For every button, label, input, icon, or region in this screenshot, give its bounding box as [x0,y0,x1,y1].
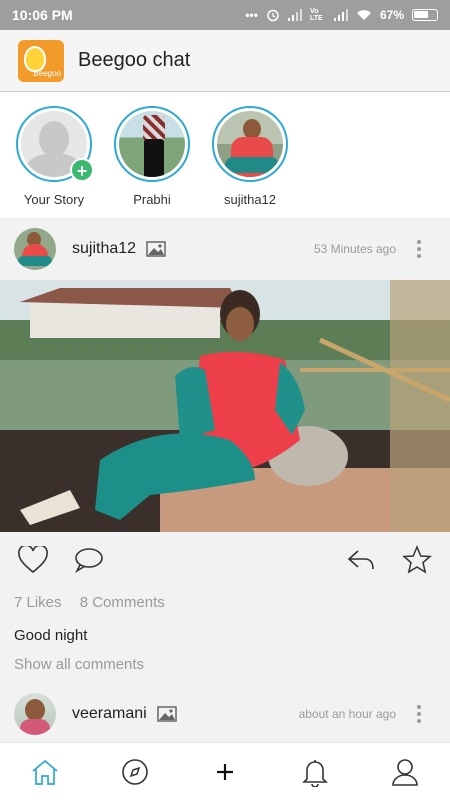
nav-add[interactable] [205,752,245,792]
more-options-icon[interactable] [416,240,422,258]
story-prabhi[interactable]: Prabhi [114,106,190,218]
status-icons: ••• Vo LTE 67% [245,8,438,22]
app-title: Beegoo chat [78,49,191,71]
reply-icon [347,550,374,570]
status-bar: 10:06 PM ••• Vo LTE 67% [0,0,450,30]
show-all-comments-link[interactable]: Show all comments [14,656,144,673]
app-logo: Beegoo [18,39,64,82]
favorite-button[interactable] [400,543,434,577]
post-image[interactable] [0,280,450,532]
nav-explore[interactable] [115,752,155,792]
post-header: veeramani about an hour ago [0,686,450,742]
story-avatar [119,111,185,177]
compass-icon [122,758,148,785]
bell-icon [302,759,328,787]
story-ring [212,106,288,182]
more-notifications-icon: ••• [245,8,258,22]
nav-home[interactable] [25,752,65,792]
post-caption: Good night [14,627,88,644]
signal-icon-1 [287,9,302,21]
post-counts: 7 Likes 8 Comments [14,594,165,611]
image-icon [146,241,166,257]
battery-icon [412,9,438,21]
story-sujitha12[interactable]: sujitha12 [212,106,288,218]
image-icon [156,706,177,722]
likes-count[interactable]: 7 Likes [14,594,62,611]
battery-percent: 67% [379,8,404,22]
plus-icon [217,763,233,780]
comment-button[interactable] [72,543,106,577]
wifi-icon [356,10,371,20]
heart-icon [18,546,48,574]
post-actions [0,532,450,588]
comment-icon [75,548,103,574]
share-button[interactable] [344,543,378,577]
story-label: Your Story [23,192,85,207]
post-photo [0,280,450,532]
post-username[interactable]: veeramani [72,705,147,723]
story-avatar [217,111,283,177]
nav-profile[interactable] [385,752,425,792]
feed: sujitha12 53 Minutes ago 7 Likes 8 Comme… [0,218,450,742]
volte-label: Vo LTE [309,8,323,22]
like-button[interactable] [16,543,50,577]
post-header: sujitha12 53 Minutes ago [0,218,450,280]
post-timestamp: 53 Minutes ago [313,242,396,256]
star-icon [402,545,432,574]
add-story-icon[interactable]: + [70,158,94,182]
post-username[interactable]: sujitha12 [72,240,136,258]
story-ring [114,106,190,182]
avatar[interactable] [14,693,56,735]
nav-notifications[interactable] [295,752,335,792]
bottom-nav [0,742,450,800]
comments-count[interactable]: 8 Comments [80,594,165,611]
user-icon [392,758,418,786]
post-timestamp: about an hour ago [298,707,396,721]
signal-icon-2 [333,9,348,21]
story-label: sujitha12 [223,192,277,207]
story-ring: + [16,106,94,182]
story-your-story[interactable]: + Your Story [16,106,94,218]
logo-text: Beegoo [33,68,61,78]
avatar[interactable] [14,228,56,270]
status-time: 10:06 PM [12,7,73,23]
stories-row: + Your Story Prabhi sujitha12 [0,92,450,218]
alarm-icon [267,9,279,22]
more-options-icon[interactable] [416,705,422,723]
story-label: Prabhi [133,192,171,207]
home-icon [32,759,58,785]
app-bar: Beegoo Beegoo chat [0,30,450,92]
